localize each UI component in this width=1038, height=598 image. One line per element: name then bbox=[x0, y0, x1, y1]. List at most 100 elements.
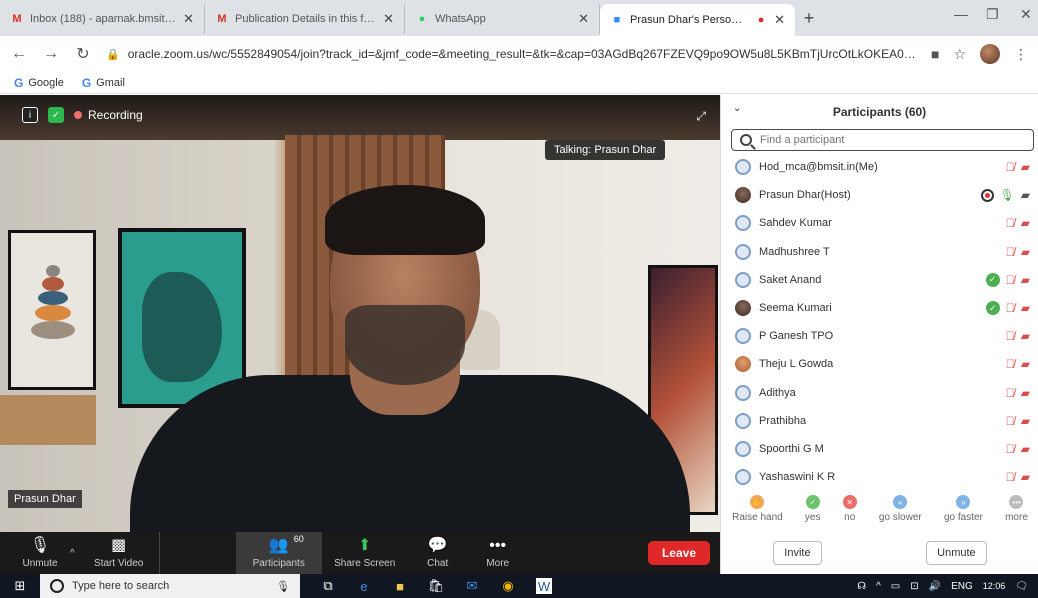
video-off-icon: ▩ bbox=[111, 536, 127, 554]
close-icon[interactable]: ✕ bbox=[383, 11, 394, 27]
unmute-button[interactable]: 🎙 Unmute bbox=[0, 532, 80, 574]
more-button[interactable]: ••• More bbox=[468, 532, 528, 574]
back-arrow-icon[interactable]: ← bbox=[10, 45, 28, 63]
windows-taskbar: ⊞ Type here to search 🎙 ⧉ e ■ 🛍 ✉ ◉ W ☊ … bbox=[0, 574, 1038, 598]
participant-row[interactable]: P Ganesh TPO 🎙̸ ▰ bbox=[721, 322, 1038, 350]
participants-panel: ⌄ Participants (60) Hod_mca@bmsit.in(Me)… bbox=[720, 95, 1038, 574]
participant-row[interactable]: Prathibha 🎙̸ ▰ bbox=[721, 407, 1038, 435]
search-input[interactable] bbox=[760, 134, 1000, 146]
shield-icon[interactable]: ✓ bbox=[48, 107, 64, 123]
chevron-down-icon[interactable]: ⌄ bbox=[733, 103, 741, 114]
participant-row[interactable]: Saket Anand ✓ 🎙̸ ▰ bbox=[721, 266, 1038, 294]
bookmark-google[interactable]: G Google bbox=[14, 76, 64, 90]
yes-button[interactable]: ✓ yes bbox=[805, 495, 820, 527]
battery-icon[interactable]: ▭ bbox=[891, 581, 900, 592]
start-video-button[interactable]: ▩ Start Video bbox=[79, 532, 159, 574]
tab-publication[interactable]: M Publication Details in this format ✕ bbox=[205, 4, 405, 34]
star-icon[interactable]: ☆ bbox=[953, 46, 966, 63]
volume-icon[interactable]: 🔊 bbox=[929, 581, 941, 592]
participant-row[interactable]: Spoorthi G M 🎙̸ ▰ bbox=[721, 435, 1038, 463]
mic-off-icon[interactable]: 🎙̸ bbox=[1006, 160, 1015, 174]
close-icon[interactable]: ✕ bbox=[578, 11, 589, 27]
clock[interactable]: 12:06 bbox=[983, 581, 1006, 591]
close-window-icon[interactable]: ✕ bbox=[1020, 6, 1032, 23]
camera-permission-icon[interactable]: ■ bbox=[931, 46, 939, 62]
invite-button[interactable]: Invite bbox=[773, 541, 822, 565]
bookmark-gmail[interactable]: G Gmail bbox=[82, 76, 125, 90]
chrome-icon[interactable]: ◉ bbox=[500, 578, 516, 594]
no-button[interactable]: ✕ no bbox=[842, 495, 857, 527]
chevron-up-icon[interactable]: ^ bbox=[876, 581, 881, 592]
avatar bbox=[735, 440, 751, 457]
participant-row[interactable]: Theju L Gowda 🎙̸ ▰ bbox=[721, 350, 1038, 378]
participant-name: Madhushree T bbox=[759, 245, 830, 258]
video-on-icon: ▰ bbox=[1020, 188, 1030, 203]
network-icon[interactable]: ⊡ bbox=[910, 581, 918, 592]
forward-arrow-icon[interactable]: → bbox=[42, 45, 60, 63]
close-icon[interactable]: ✕ bbox=[183, 11, 194, 27]
avatar bbox=[735, 271, 751, 288]
mic-off-icon: 🎙̸ bbox=[1005, 301, 1015, 316]
share-screen-icon: ⬆ bbox=[358, 536, 372, 554]
task-view-icon[interactable]: ⧉ bbox=[320, 578, 336, 594]
participants-button[interactable]: 👥 60 Participants bbox=[235, 532, 322, 574]
participant-row[interactable]: Yashaswini K R 🎙̸ ▰ bbox=[721, 463, 1038, 491]
mic-off-icon: 🎙̸ bbox=[1005, 470, 1015, 485]
new-tab-button[interactable]: + bbox=[795, 4, 823, 32]
windows-start-icon[interactable]: ⊞ bbox=[0, 578, 40, 594]
hand-icon: ✋ bbox=[750, 495, 765, 509]
video-area[interactable]: i ✓ Recording ⤢ Talking: Prasun Dhar Pra… bbox=[0, 95, 720, 532]
yes-check-icon: ✓ bbox=[985, 272, 1000, 287]
bookmark-label: Gmail bbox=[96, 76, 125, 89]
language-indicator[interactable]: ENG bbox=[951, 581, 973, 592]
taskbar-search[interactable]: Type here to search 🎙 bbox=[40, 574, 300, 598]
reload-icon[interactable]: ↻ bbox=[74, 44, 92, 64]
minimize-icon[interactable]: — bbox=[954, 6, 968, 22]
yes-check-icon: ✓ bbox=[985, 301, 1000, 316]
recording-dot-icon: ● bbox=[757, 14, 765, 26]
x-icon: ✕ bbox=[842, 495, 857, 509]
unmute-me-button[interactable]: Unmute bbox=[926, 541, 987, 565]
file-explorer-icon[interactable]: ■ bbox=[392, 578, 408, 594]
fullscreen-icon[interactable]: ⤢ bbox=[696, 109, 706, 124]
tab-inbox[interactable]: M Inbox (188) - aparnak.bmsit@gm ✕ bbox=[0, 4, 205, 34]
store-icon[interactable]: 🛍 bbox=[428, 578, 445, 594]
avatar[interactable] bbox=[980, 44, 1000, 64]
participant-row[interactable]: Madhushree T 🎙̸ ▰ bbox=[721, 238, 1038, 266]
chat-button[interactable]: 💬 Chat bbox=[408, 532, 468, 574]
mail-icon[interactable]: ✉ bbox=[464, 578, 480, 594]
restore-icon[interactable]: ❐ bbox=[986, 6, 999, 23]
edge-icon[interactable]: e bbox=[356, 578, 372, 594]
participant-row[interactable]: Seema Kumari ✓ 🎙̸ ▰ bbox=[721, 294, 1038, 322]
leave-button[interactable]: Leave bbox=[647, 541, 710, 565]
url-text: oracle.zoom.us/wc/5552849054/join?track_… bbox=[127, 47, 917, 61]
video-off-icon: ▰ bbox=[1020, 272, 1030, 287]
mic-off-icon: 🎙̸ bbox=[1005, 272, 1015, 287]
microphone-icon[interactable]: 🎙 bbox=[276, 580, 290, 593]
share-screen-button[interactable]: ⬆ Share Screen bbox=[322, 532, 408, 574]
participant-row[interactable]: Hod_mca@bmsit.in(Me) 🎙̸ ▰ bbox=[721, 153, 1038, 181]
address-bar[interactable]: 🔒 oracle.zoom.us/wc/5552849054/join?trac… bbox=[106, 40, 917, 68]
notification-icon[interactable]: 🗨 bbox=[1015, 581, 1028, 592]
menu-dots-icon[interactable]: ⋮ bbox=[1014, 46, 1028, 63]
mic-off-icon: 🎙̸ bbox=[1005, 216, 1015, 231]
participant-row[interactable]: Prasun Dhar(Host) 🎙 ▰ bbox=[721, 181, 1038, 209]
participants-label: Participants bbox=[252, 557, 305, 569]
participant-row[interactable]: Adithya 🎙̸ ▰ bbox=[721, 379, 1038, 407]
mic-off-icon: 🎙̸ bbox=[1005, 385, 1015, 400]
participant-row[interactable]: Sahdev Kumar 🎙̸ ▰ bbox=[721, 209, 1038, 237]
raise-hand-button[interactable]: ✋ Raise hand bbox=[732, 495, 783, 527]
divider bbox=[158, 532, 160, 574]
tab-whatsapp[interactable]: ● WhatsApp ✕ bbox=[405, 4, 600, 34]
check-icon: ✓ bbox=[805, 495, 820, 509]
go-slower-button[interactable]: « go slower bbox=[879, 495, 922, 527]
close-icon[interactable]: ✕ bbox=[774, 12, 785, 28]
go-faster-button[interactable]: » go faster bbox=[944, 495, 983, 527]
tab-zoom-meeting[interactable]: ■ Prasun Dhar's Personal Meet ● ✕ bbox=[600, 4, 795, 36]
word-icon[interactable]: W bbox=[536, 578, 552, 594]
avatar bbox=[735, 412, 751, 429]
people-icon[interactable]: ☊ bbox=[857, 581, 866, 592]
info-icon[interactable]: i bbox=[22, 107, 38, 123]
participant-search[interactable] bbox=[731, 129, 1034, 151]
more-reactions-button[interactable]: ••• more bbox=[1005, 495, 1028, 527]
